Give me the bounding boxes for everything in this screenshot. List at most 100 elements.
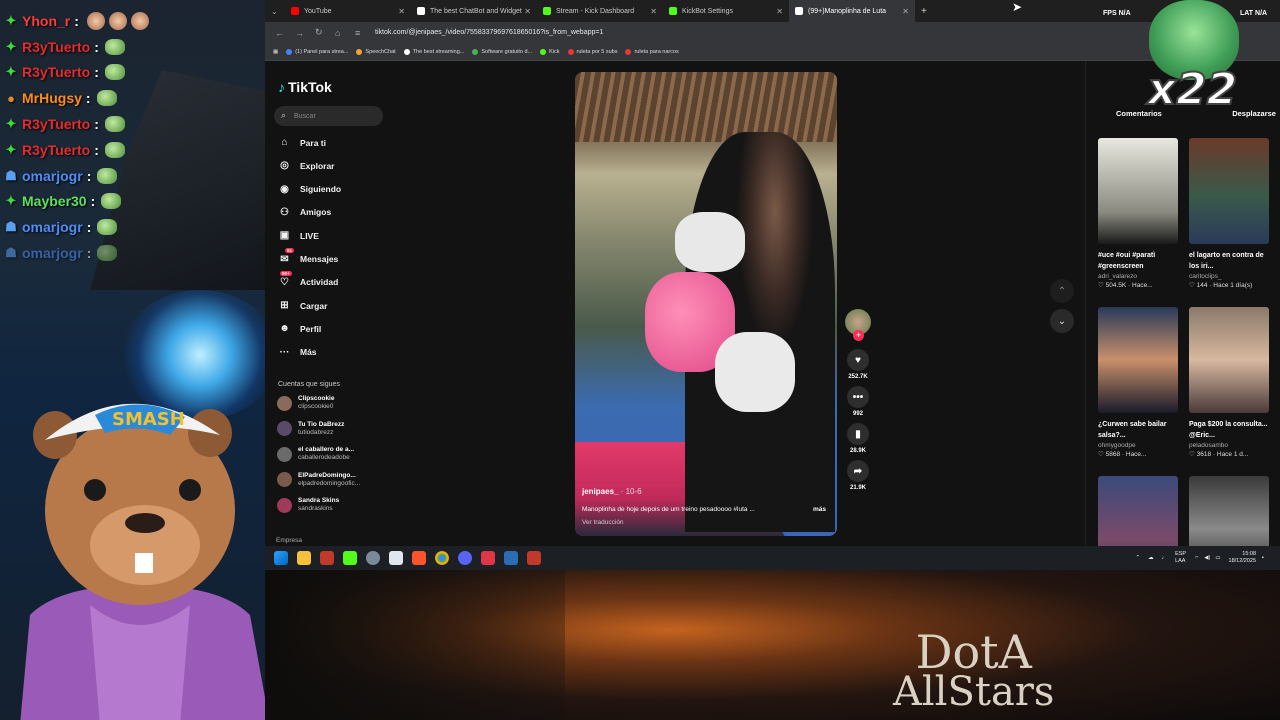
- chat-username[interactable]: Mayber30: [22, 193, 87, 209]
- following-account[interactable]: el caballero de a... caballerodeadobe: [277, 446, 354, 462]
- browser-tab[interactable]: (99+)Manoplinha de Luta ✕: [789, 0, 915, 22]
- nav-friends[interactable]: ⚇ Amigos: [278, 206, 331, 219]
- reload-icon[interactable]: ↻: [315, 27, 325, 38]
- bookmark-item[interactable]: ruleta para narcos: [625, 48, 679, 55]
- more-button[interactable]: más: [813, 506, 826, 513]
- video-card[interactable]: el lagarto en contra de los iri... carito…: [1189, 138, 1269, 290]
- nav-messages[interactable]: ✉ 61 Mensajes: [278, 247, 338, 266]
- diamond-badge-icon: ✦: [5, 141, 17, 157]
- video-card[interactable]: #uce #oui #paratì #greenscreen adri_valar…: [1098, 138, 1178, 290]
- chat-username[interactable]: omarjogr: [22, 245, 83, 261]
- mic-icon[interactable]: ♩: [1162, 555, 1168, 561]
- nav-home[interactable]: ⌂ Para ti: [278, 136, 326, 149]
- video-card[interactable]: Paga $200 la consulta... @Eric... pelados…: [1189, 307, 1269, 459]
- home-icon[interactable]: ⌂: [335, 28, 345, 38]
- close-tab-icon[interactable]: ✕: [524, 7, 531, 16]
- start-icon[interactable]: [274, 551, 288, 565]
- combo-multiplier: x22: [1135, 0, 1250, 130]
- back-icon[interactable]: ←: [275, 28, 285, 38]
- chat-username[interactable]: R3yTuerto: [22, 116, 90, 132]
- next-video-button[interactable]: ⌄: [1050, 309, 1074, 333]
- brave-browser-icon[interactable]: [412, 551, 426, 565]
- browser-tab[interactable]: Stream - Kick Dashboard ✕: [537, 0, 663, 22]
- site-info-icon[interactable]: ≡: [355, 28, 365, 38]
- chat-username[interactable]: R3yTuerto: [22, 142, 90, 158]
- following-account[interactable]: Tu Tio DaBrezz tutiodabrezz: [277, 421, 344, 437]
- notification-icon[interactable]: ▪: [1262, 555, 1264, 561]
- bookmark-item[interactable]: (1) Panel para strea...: [286, 48, 348, 55]
- previous-video-button[interactable]: ⌃: [1050, 279, 1074, 303]
- activity-badge: 99+: [280, 270, 292, 276]
- chat-message: ✦ Yhon_r:: [4, 8, 264, 34]
- browser-tab[interactable]: The best ChatBot and Widget ✕: [411, 0, 537, 22]
- search-input[interactable]: ⌕ Buscar: [274, 106, 383, 126]
- tab-favicon-icon: [417, 7, 425, 15]
- tray-chevron-icon[interactable]: ⌃: [1135, 555, 1140, 561]
- video-card[interactable]: ¿Curwen sabe bailar salsa?... ohmygoodpe ♡…: [1098, 307, 1178, 459]
- discord-icon[interactable]: [458, 551, 472, 565]
- nav-upload[interactable]: ⊞ Cargar: [278, 299, 327, 312]
- clock[interactable]: 15:08 18/12/2025: [1229, 551, 1257, 565]
- media-player-icon[interactable]: [343, 551, 357, 565]
- following-icon: ◉: [280, 183, 289, 195]
- empresa-link[interactable]: Empresa: [276, 537, 302, 544]
- bookmark-favicon-icon: [286, 48, 293, 55]
- close-tab-icon[interactable]: ✕: [650, 7, 657, 16]
- game-launcher-icon[interactable]: [527, 551, 541, 565]
- language-indicator[interactable]: ESP: [1175, 551, 1186, 557]
- steam-icon[interactable]: [504, 551, 518, 565]
- chat-username[interactable]: MrHugsy: [22, 90, 82, 106]
- close-tab-icon[interactable]: ✕: [398, 7, 405, 16]
- save-button[interactable]: ▮ 28.9K: [845, 423, 871, 454]
- nav-following[interactable]: ◉ Siguiendo: [278, 183, 341, 196]
- notepad-icon[interactable]: [389, 551, 403, 565]
- frog-emote-icon: [101, 193, 122, 210]
- browser-tab[interactable]: YouTube ✕: [285, 0, 411, 22]
- video-author[interactable]: jenipaes_ · 10-6: [582, 487, 642, 496]
- browser-tab[interactable]: KickBot Settings ✕: [663, 0, 789, 22]
- url-field[interactable]: tiktok.com/@jenipaes_/video/755833796976…: [375, 29, 603, 36]
- close-tab-icon[interactable]: ✕: [902, 7, 909, 16]
- kick-app-icon[interactable]: [320, 551, 334, 565]
- following-account[interactable]: Clipscookie clipscookie0: [277, 395, 334, 411]
- chat-username[interactable]: R3yTuerto: [22, 64, 90, 80]
- chat-username[interactable]: Yhon_r: [22, 13, 70, 29]
- obs-icon[interactable]: [481, 551, 495, 565]
- chat-username[interactable]: R3yTuerto: [22, 39, 90, 55]
- tiktok-logo[interactable]: ♪ TikTok: [278, 79, 332, 95]
- file-explorer-icon[interactable]: [297, 551, 311, 565]
- robot-badge-icon: ☗: [5, 245, 17, 261]
- tab-list-menu-icon[interactable]: ⌄: [271, 7, 281, 16]
- battery-icon[interactable]: ▭: [1215, 555, 1220, 561]
- nav-profile[interactable]: ☻ Perfil: [278, 322, 321, 335]
- chat-username[interactable]: omarjogr: [22, 219, 83, 235]
- translate-link[interactable]: Ver traducción: [582, 519, 624, 526]
- comment-button[interactable]: ••• 992: [845, 386, 871, 417]
- share-button[interactable]: ➦ 21.9K: [845, 460, 871, 491]
- network-icon[interactable]: ☁: [1148, 555, 1154, 561]
- chrome-icon[interactable]: [435, 551, 449, 565]
- close-tab-icon[interactable]: ✕: [776, 7, 783, 16]
- bookmark-item[interactable]: SpeechChat: [356, 48, 396, 55]
- following-account[interactable]: Sandra Skins sandraskins: [277, 497, 339, 513]
- bookmark-item[interactable]: Software gratuito d...: [472, 48, 532, 55]
- chat-username[interactable]: omarjogr: [22, 168, 83, 184]
- nav-live[interactable]: ▣ LIVE: [278, 229, 319, 242]
- video-player[interactable]: jenipaes_ · 10-6 Manoplinha de hoje depo…: [575, 72, 837, 536]
- apps-icon[interactable]: ▦: [273, 49, 278, 55]
- bookmark-item[interactable]: Kick: [540, 48, 560, 55]
- volume-icon[interactable]: ◀): [1204, 555, 1210, 561]
- following-account[interactable]: ElPadreDomingo... elpadredomingoofic...: [277, 472, 360, 488]
- bookmark-item[interactable]: ruleta por 5 subs: [567, 48, 617, 55]
- chat-message: ✦ R3yTuerto:: [4, 60, 264, 86]
- nav-explore[interactable]: ◎ Explorar: [278, 159, 334, 172]
- like-button[interactable]: ♥ 252.7K: [845, 349, 871, 380]
- wifi-icon[interactable]: ⌔: [1194, 555, 1199, 562]
- settings-icon[interactable]: [366, 551, 380, 565]
- nav-activity[interactable]: ♡ 99+ Actividad: [278, 270, 338, 289]
- creator-avatar[interactable]: [845, 309, 871, 341]
- nav-more[interactable]: ··· Más: [278, 346, 317, 359]
- new-tab-button[interactable]: +: [921, 6, 927, 17]
- bookmark-item[interactable]: The best streaming...: [403, 48, 464, 55]
- forward-icon[interactable]: →: [295, 28, 305, 38]
